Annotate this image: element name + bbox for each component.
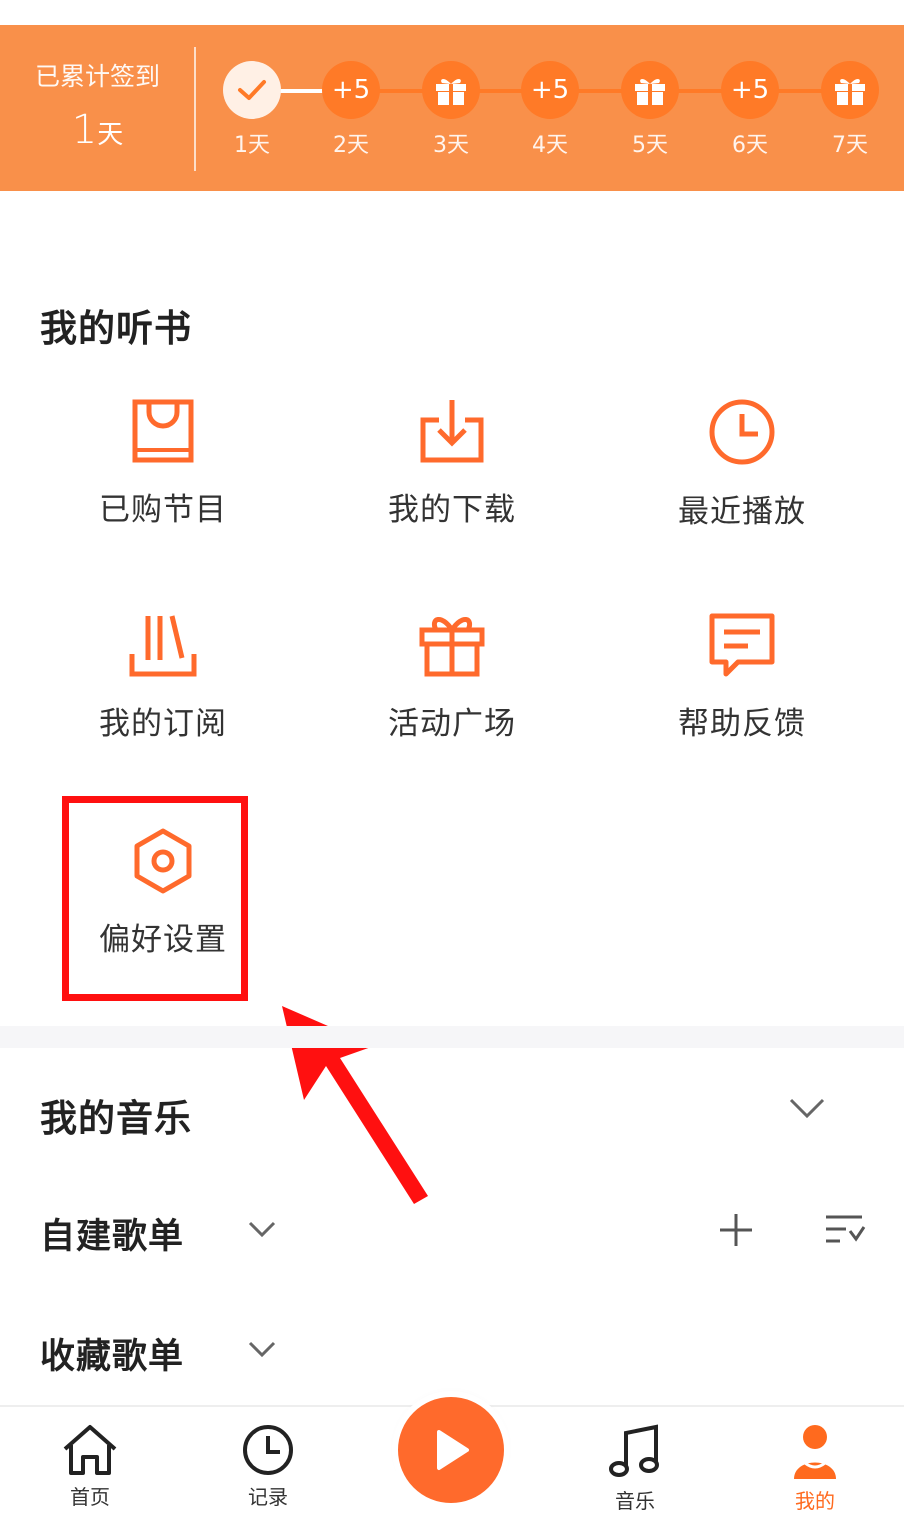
gift-icon xyxy=(419,617,485,677)
chevron-down-icon[interactable] xyxy=(248,1220,276,1238)
nav-play-button[interactable] xyxy=(398,1397,504,1503)
bookshelf-icon xyxy=(129,615,197,677)
signin-day-3[interactable]: 3天 xyxy=(421,61,481,181)
home-icon xyxy=(63,1425,117,1475)
created-playlists-label[interactable]: 自建歌单 xyxy=(40,1208,184,1259)
tile-subscriptions[interactable]: 我的订阅 xyxy=(63,612,263,762)
bonus-badge: +5 xyxy=(721,61,779,119)
annotation-highlight-box xyxy=(62,796,248,1001)
signin-day-5[interactable]: 5天 xyxy=(620,61,680,181)
clock-icon xyxy=(243,1425,293,1475)
signin-total-value: 1天 xyxy=(71,107,124,153)
tile-help-feedback[interactable]: 帮助反馈 xyxy=(642,612,842,762)
clock-icon xyxy=(709,399,775,465)
section-title-audiobook: 我的听书 xyxy=(40,307,192,350)
chevron-down-icon[interactable] xyxy=(248,1340,276,1358)
download-icon xyxy=(420,400,484,463)
nav-history[interactable]: 记录 xyxy=(208,1423,328,1510)
signin-day-4[interactable]: +5 4天 xyxy=(520,61,580,181)
gift-icon xyxy=(621,61,679,119)
divider xyxy=(194,47,196,171)
play-icon xyxy=(437,1430,469,1470)
section-title-music: 我的音乐 xyxy=(40,1097,192,1140)
chevron-down-icon[interactable] xyxy=(788,1096,826,1120)
tile-activities[interactable]: 活动广场 xyxy=(352,612,552,762)
shopping-bag-icon xyxy=(132,399,194,463)
tile-purchased[interactable]: 已购节目 xyxy=(63,398,263,548)
message-icon xyxy=(709,613,775,677)
tile-downloads[interactable]: 我的下载 xyxy=(352,398,552,548)
signin-banner[interactable]: 已累计签到 1天 1天 +5 2天 3天 +5 4天 5天 +5 6天 7天 xyxy=(0,25,904,191)
nav-music[interactable]: 音乐 xyxy=(575,1423,695,1514)
bonus-badge: +5 xyxy=(521,61,579,119)
music-note-icon xyxy=(609,1424,659,1477)
signin-day-1[interactable]: 1天 xyxy=(222,61,282,181)
gift-icon xyxy=(821,61,879,119)
signin-total: 已累计签到 1天 xyxy=(0,25,195,191)
signin-day-2[interactable]: +5 2天 xyxy=(321,61,381,181)
section-separator xyxy=(0,1026,904,1048)
signin-total-label: 已累计签到 xyxy=(34,62,160,91)
plus-icon[interactable] xyxy=(718,1212,754,1248)
signin-day-6[interactable]: +5 6天 xyxy=(720,61,780,181)
bonus-badge: +5 xyxy=(322,61,380,119)
check-icon xyxy=(223,61,281,119)
tile-recent[interactable]: 最近播放 xyxy=(642,398,842,548)
signin-day-7[interactable]: 7天 xyxy=(820,61,880,181)
nav-home[interactable]: 首页 xyxy=(30,1423,150,1510)
profile-icon xyxy=(794,1425,836,1479)
gift-icon xyxy=(422,61,480,119)
saved-playlists-label[interactable]: 收藏歌单 xyxy=(40,1328,184,1379)
manage-list-icon[interactable] xyxy=(824,1214,866,1246)
nav-mine[interactable]: 我的 xyxy=(755,1423,875,1514)
